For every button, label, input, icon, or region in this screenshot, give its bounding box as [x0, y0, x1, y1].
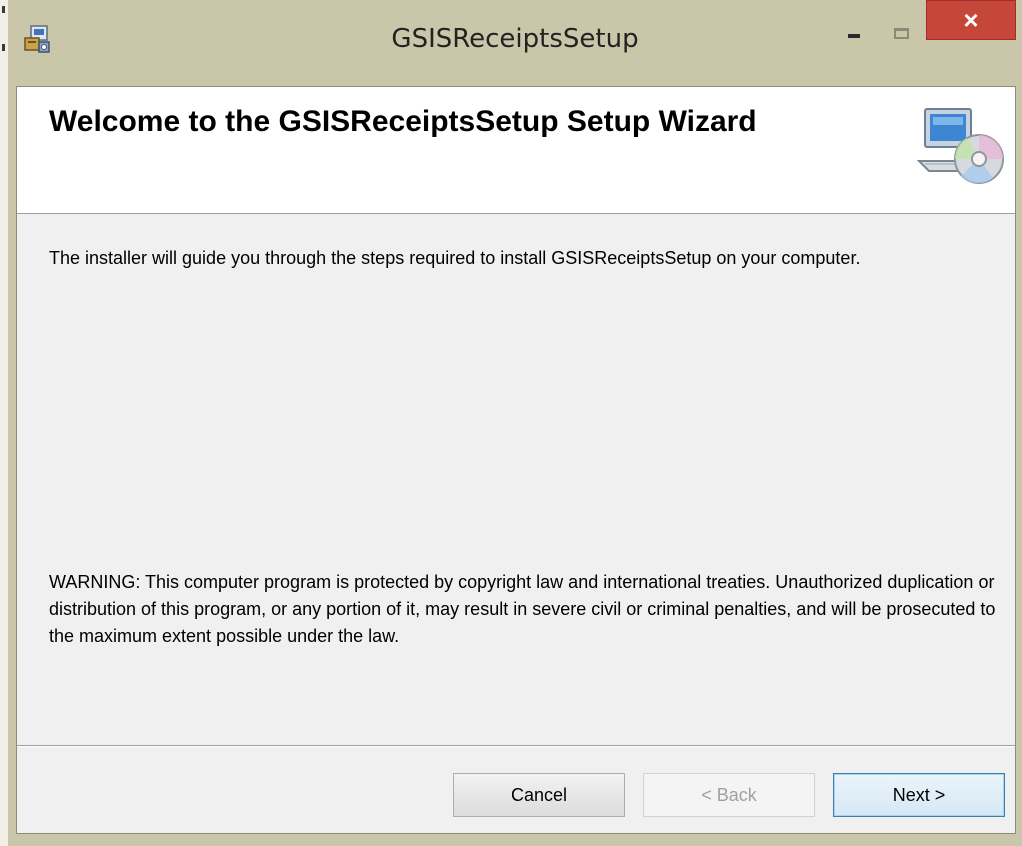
next-button[interactable]: Next > — [833, 773, 1005, 817]
desktop-edge — [0, 0, 8, 846]
minimize-button[interactable] — [828, 8, 878, 48]
back-button[interactable]: < Back — [643, 773, 815, 817]
setup-window: GSISReceiptsSetup × Welcome to the GSISR… — [0, 0, 1022, 846]
computer-cd-icon — [916, 101, 1007, 191]
copyright-warning: WARNING: This computer program is protec… — [49, 572, 996, 646]
wizard-heading: Welcome to the GSISReceiptsSetup Setup W… — [49, 105, 757, 138]
maximize-button[interactable] — [880, 8, 924, 48]
title-bar[interactable]: GSISReceiptsSetup × — [8, 0, 1022, 86]
intro-text: The installer will guide you through the… — [49, 248, 861, 268]
close-icon: × — [963, 5, 979, 35]
wizard-banner: Welcome to the GSISReceiptsSetup Setup W… — [17, 87, 1015, 214]
maximize-icon — [894, 28, 909, 39]
close-button[interactable]: × — [926, 0, 1016, 40]
wizard-client-area: Welcome to the GSISReceiptsSetup Setup W… — [16, 86, 1016, 834]
minimize-icon — [848, 34, 860, 38]
desktop-edge-mark — [2, 6, 5, 13]
window-frame: GSISReceiptsSetup × Welcome to the GSISR… — [8, 0, 1022, 846]
desktop-edge-mark — [2, 44, 5, 51]
footer-divider — [17, 745, 1015, 747]
cancel-button[interactable]: Cancel — [453, 773, 625, 817]
